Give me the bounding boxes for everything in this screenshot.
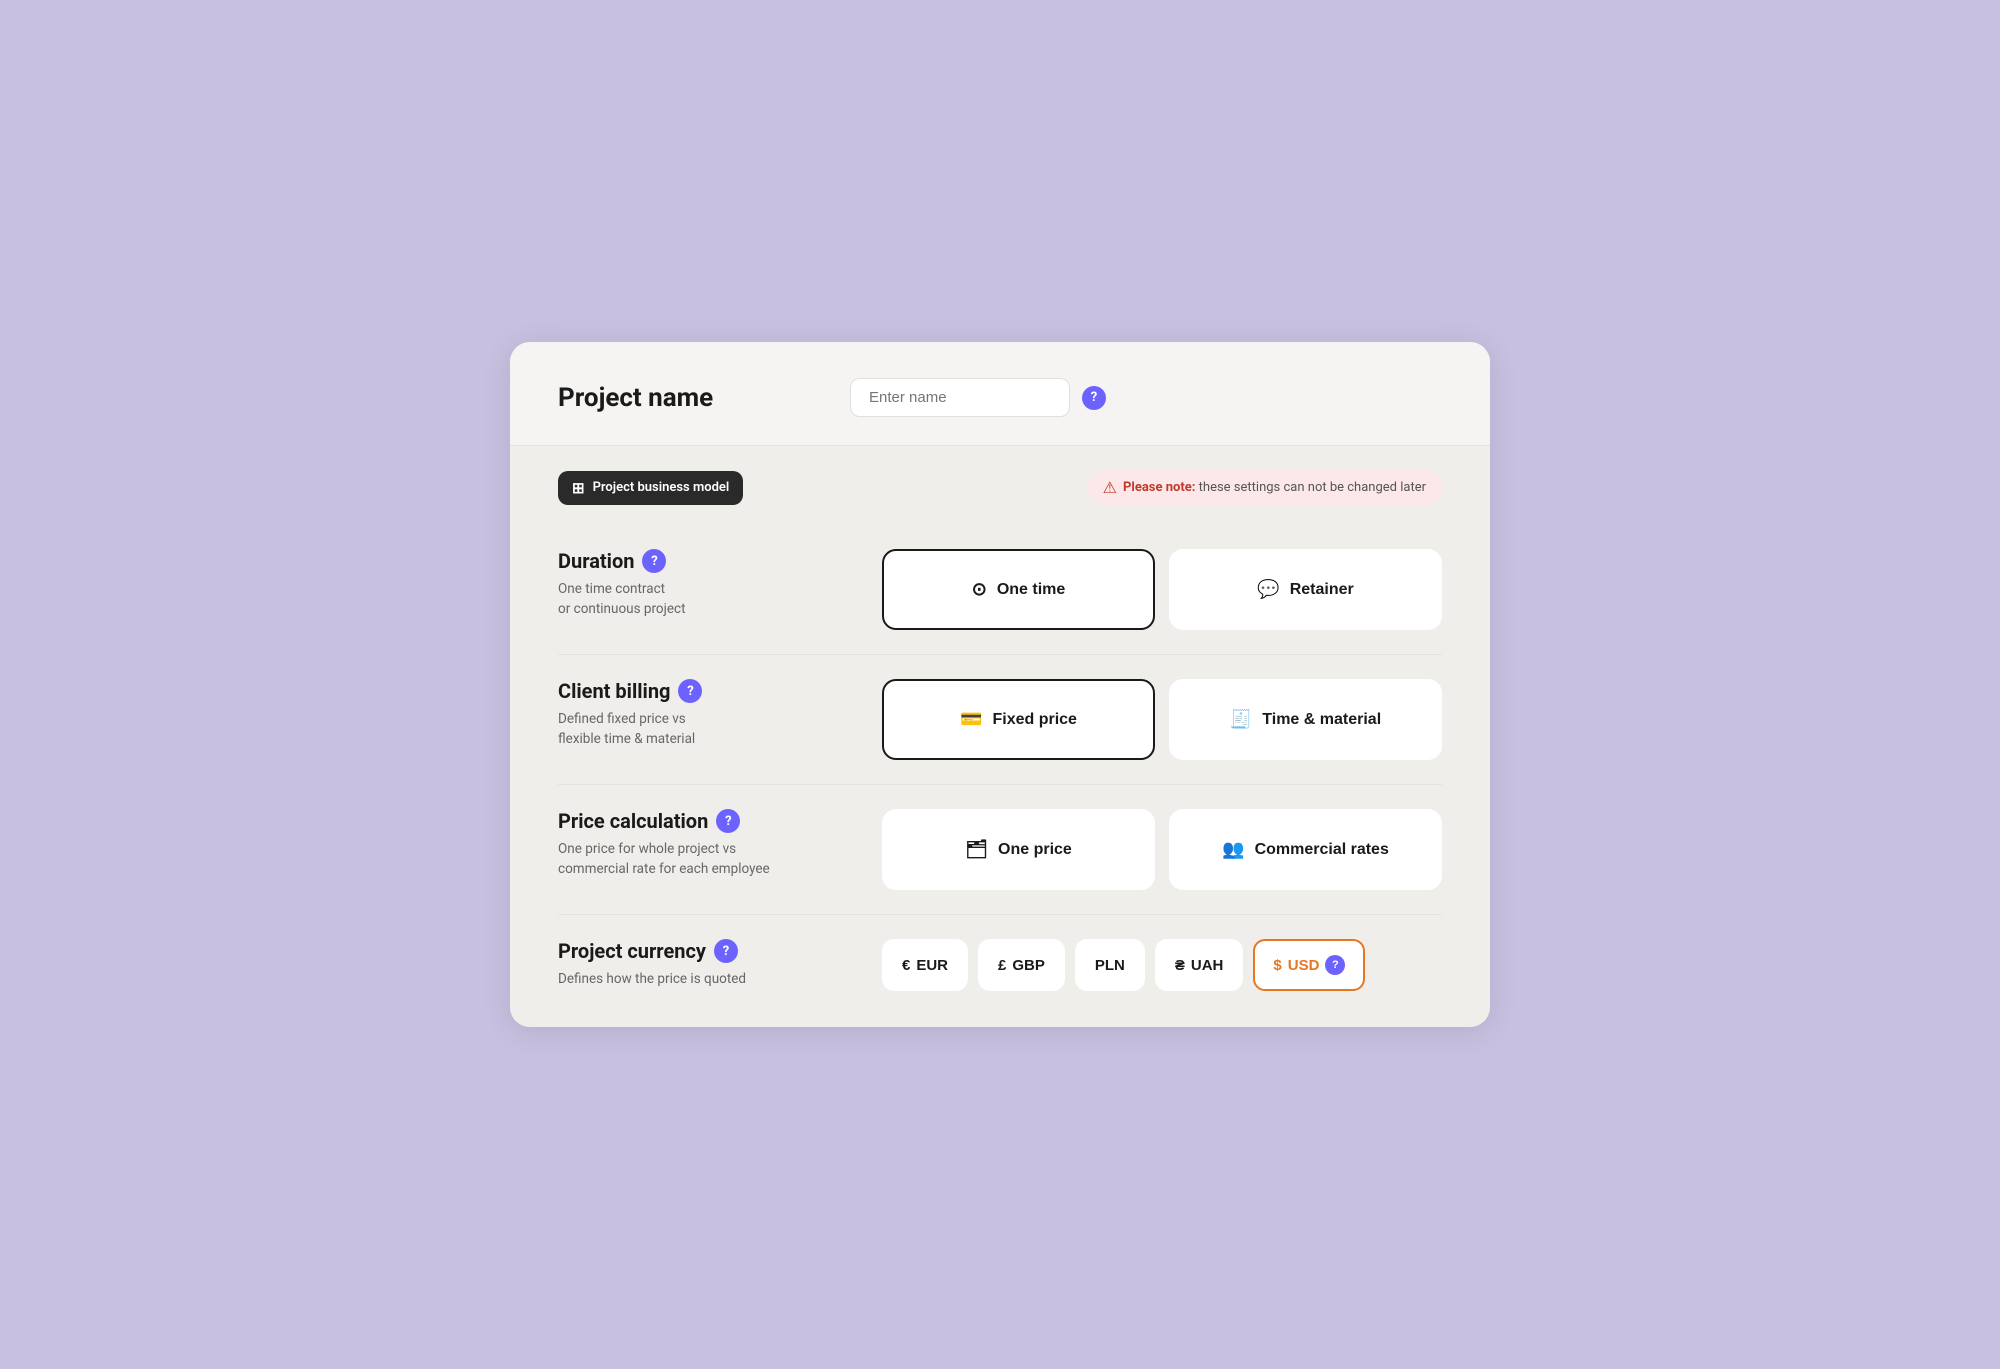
project-name-help-icon[interactable]: ? xyxy=(1082,386,1106,410)
project-name-input[interactable] xyxy=(850,378,1070,417)
main-content: Duration ? One time contract or continuo… xyxy=(510,505,1490,1027)
fixed-price-icon: 💳 xyxy=(960,709,982,730)
warning-strong: Please note: these settings can not be c… xyxy=(1123,480,1426,495)
commercial-rates-button[interactable]: 👥 Commercial rates xyxy=(1169,809,1442,890)
project-currency-row: Project currency ? Defines how the price… xyxy=(558,915,1442,991)
duration-options: ⊙ One time 💬 Retainer xyxy=(882,549,1442,630)
duration-row: Duration ? One time contract or continuo… xyxy=(558,525,1442,655)
usd-label: USD xyxy=(1288,957,1320,974)
project-name-label: Project name xyxy=(558,383,818,413)
project-currency-help-icon[interactable]: ? xyxy=(714,939,738,963)
project-currency-desc: Defines how the price is quoted xyxy=(558,969,858,989)
uah-symbol: ₴ xyxy=(1175,957,1185,974)
client-billing-options: 💳 Fixed price 🧾 Time & material xyxy=(882,679,1442,760)
project-name-input-wrap: ? xyxy=(850,378,1106,417)
warning-icon: ⚠ xyxy=(1103,478,1117,497)
time-material-button[interactable]: 🧾 Time & material xyxy=(1169,679,1442,760)
client-billing-label: Client billing ? Defined fixed price vs … xyxy=(558,679,858,750)
duration-retainer-button[interactable]: 💬 Retainer xyxy=(1169,549,1442,630)
one-price-button[interactable]: 🗂 One price xyxy=(882,809,1155,890)
retainer-icon: 💬 xyxy=(1257,579,1279,600)
client-billing-help-icon[interactable]: ? xyxy=(678,679,702,703)
price-calculation-title: Price calculation ? xyxy=(558,809,858,833)
pln-label: PLN xyxy=(1095,957,1125,974)
duration-title: Duration ? xyxy=(558,549,858,573)
main-card: Project name ? ⊞ Project business model … xyxy=(510,342,1490,1027)
gbp-label: GBP xyxy=(1012,957,1045,974)
usd-symbol: $ xyxy=(1273,957,1281,974)
business-model-badge: ⊞ Project business model xyxy=(558,471,743,505)
warning-text: these settings can not be changed later xyxy=(1195,480,1426,495)
currency-pln-button[interactable]: PLN xyxy=(1075,939,1145,991)
price-calculation-options: 🗂 One price 👥 Commercial rates xyxy=(882,809,1442,890)
duration-help-icon[interactable]: ? xyxy=(642,549,666,573)
currency-uah-button[interactable]: ₴ UAH xyxy=(1155,939,1244,991)
currency-eur-button[interactable]: € EUR xyxy=(882,939,968,991)
uah-label: UAH xyxy=(1191,957,1224,974)
project-name-section: Project name ? xyxy=(510,342,1490,446)
commercial-rates-icon: 👥 xyxy=(1222,839,1244,860)
eur-symbol: € xyxy=(902,957,910,974)
time-material-icon: 🧾 xyxy=(1230,709,1252,730)
badge-label: Project business model xyxy=(593,480,730,495)
client-billing-row: Client billing ? Defined fixed price vs … xyxy=(558,655,1442,785)
client-billing-desc: Defined fixed price vs flexible time & m… xyxy=(558,709,858,750)
currency-usd-button[interactable]: $ USD ? xyxy=(1253,939,1365,991)
badge-icon: ⊞ xyxy=(572,479,585,497)
one-price-icon: 🗂 xyxy=(965,839,988,860)
business-model-header: ⊞ Project business model ⚠ Please note: … xyxy=(558,470,1442,505)
warning-note: ⚠ Please note: these settings can not be… xyxy=(1087,470,1442,505)
currency-gbp-button[interactable]: £ GBP xyxy=(978,939,1065,991)
client-billing-title: Client billing ? xyxy=(558,679,858,703)
project-currency-title: Project currency ? xyxy=(558,939,858,963)
duration-one-time-button[interactable]: ⊙ One time xyxy=(882,549,1155,630)
duration-desc: One time contract or continuous project xyxy=(558,579,858,620)
price-calculation-help-icon[interactable]: ? xyxy=(716,809,740,833)
usd-help-icon[interactable]: ? xyxy=(1325,955,1345,975)
price-calculation-row: Price calculation ? One price for whole … xyxy=(558,785,1442,915)
fixed-price-button[interactable]: 💳 Fixed price xyxy=(882,679,1155,760)
one-time-icon: ⊙ xyxy=(972,579,987,600)
business-model-header-section: ⊞ Project business model ⚠ Please note: … xyxy=(510,446,1490,505)
eur-label: EUR xyxy=(916,957,948,974)
gbp-symbol: £ xyxy=(998,957,1006,974)
currency-options: € EUR £ GBP PLN ₴ UAH $ USD ? xyxy=(882,939,1442,991)
price-calculation-label: Price calculation ? One price for whole … xyxy=(558,809,858,880)
project-currency-label: Project currency ? Defines how the price… xyxy=(558,939,858,989)
duration-label: Duration ? One time contract or continuo… xyxy=(558,549,858,620)
price-calculation-desc: One price for whole project vs commercia… xyxy=(558,839,858,880)
